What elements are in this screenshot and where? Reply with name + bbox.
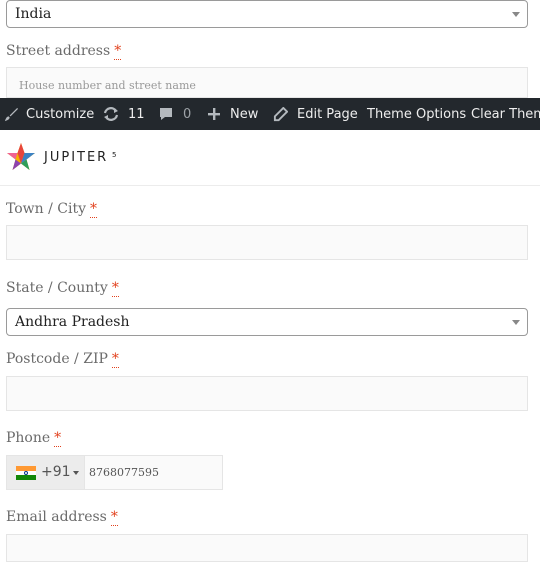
- required-marker: *: [110, 509, 118, 526]
- edit-page-link[interactable]: Edit Page: [273, 98, 358, 130]
- theme-options-link[interactable]: Theme Options: [367, 98, 466, 130]
- required-marker: *: [54, 430, 62, 447]
- new-label: New: [230, 106, 259, 122]
- state-county-label: State / County *: [6, 280, 119, 297]
- country-code-dropdown[interactable]: +91: [7, 456, 85, 489]
- customize-label: Customize: [26, 106, 95, 122]
- town-city-input[interactable]: [6, 225, 528, 260]
- required-marker: *: [114, 43, 122, 60]
- street-address-label: Street address *: [6, 43, 122, 60]
- required-marker: *: [90, 201, 98, 218]
- logo-superscript: 5: [112, 151, 117, 159]
- paintbrush-icon: [4, 107, 19, 121]
- comments-link[interactable]: 0: [158, 98, 191, 130]
- edit-page-label: Edit Page: [297, 106, 358, 122]
- postcode-input[interactable]: [6, 376, 528, 411]
- state-select-value: Andhra Pradesh: [15, 314, 130, 330]
- comments-count: 0: [183, 106, 192, 122]
- chevron-down-icon: [73, 471, 79, 475]
- customize-link[interactable]: Customize: [4, 98, 94, 130]
- phone-label: Phone *: [6, 430, 62, 447]
- updates-link[interactable]: 11: [102, 98, 145, 130]
- site-header: JUPITER 5: [0, 130, 540, 186]
- india-flag-icon: [16, 466, 36, 480]
- pencil-icon: [273, 106, 288, 121]
- country-select[interactable]: India: [6, 0, 528, 28]
- postcode-label: Postcode / ZIP *: [6, 351, 119, 368]
- email-label: Email address *: [6, 509, 118, 526]
- state-county-select[interactable]: Andhra Pradesh: [6, 308, 528, 336]
- new-content-link[interactable]: New: [207, 98, 258, 130]
- street-address-placeholder: House number and street name: [19, 79, 196, 92]
- theme-options-label: Theme Options: [367, 106, 467, 122]
- clear-theme-label: Clear Theme: [471, 106, 540, 122]
- phone-input[interactable]: +91 8768077595: [6, 455, 223, 490]
- dial-code: +91: [41, 464, 71, 480]
- comment-icon: [160, 108, 172, 120]
- chevron-down-icon: [512, 320, 520, 325]
- jupiter-logo-icon[interactable]: [5, 142, 37, 174]
- logo-text: JUPITER: [44, 150, 109, 165]
- admin-bar: Customize 11 0 New Edit Page Theme Optio…: [0, 98, 540, 130]
- clear-theme-link[interactable]: Clear Theme: [471, 98, 540, 130]
- email-input[interactable]: [6, 534, 528, 562]
- plus-icon: [208, 108, 220, 120]
- updates-icon: [103, 107, 119, 121]
- street-address-input[interactable]: House number and street name: [6, 67, 528, 98]
- chevron-down-icon: [512, 12, 520, 17]
- phone-value: 8768077595: [89, 466, 159, 479]
- town-city-label: Town / City *: [6, 201, 98, 218]
- updates-count: 11: [128, 106, 145, 122]
- required-marker: *: [111, 280, 119, 297]
- country-select-value: India: [15, 6, 52, 22]
- required-marker: *: [111, 351, 119, 368]
